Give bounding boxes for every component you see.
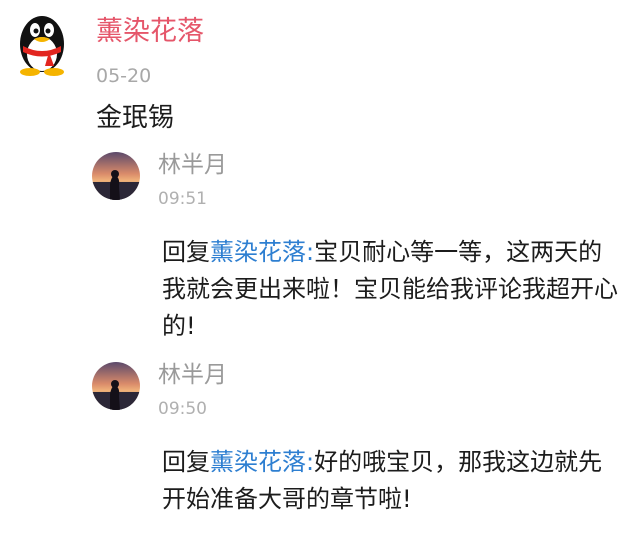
reply-text: 回复薰染花落:好的哦宝贝，那我这边就先开始准备大哥的章节啦! — [162, 444, 622, 518]
reply-author[interactable]: 林半月 — [158, 360, 227, 390]
sunset-avatar-icon[interactable] — [92, 152, 140, 200]
reply-author[interactable]: 林半月 — [158, 150, 227, 180]
reply-time: 09:51 — [158, 189, 207, 209]
reply-prefix: 回复 — [162, 448, 210, 476]
reply-text: 回复薰染花落:宝贝耐心等一等，这两天的我就会更出来啦！宝贝能给我评论我超开心的! — [162, 234, 622, 345]
mention-link[interactable]: 薰染花落: — [210, 448, 314, 476]
reply-prefix: 回复 — [162, 238, 210, 266]
reply-time: 09:50 — [158, 399, 207, 419]
comment-date: 05-20 — [96, 65, 152, 87]
mention-link[interactable]: 薰染花落: — [210, 238, 314, 266]
qq-penguin-icon[interactable] — [14, 10, 70, 76]
comment-content: 金珉锡 — [96, 103, 175, 133]
sunset-avatar-icon[interactable] — [92, 362, 140, 410]
comment-author[interactable]: 薰染花落 — [96, 14, 204, 50]
